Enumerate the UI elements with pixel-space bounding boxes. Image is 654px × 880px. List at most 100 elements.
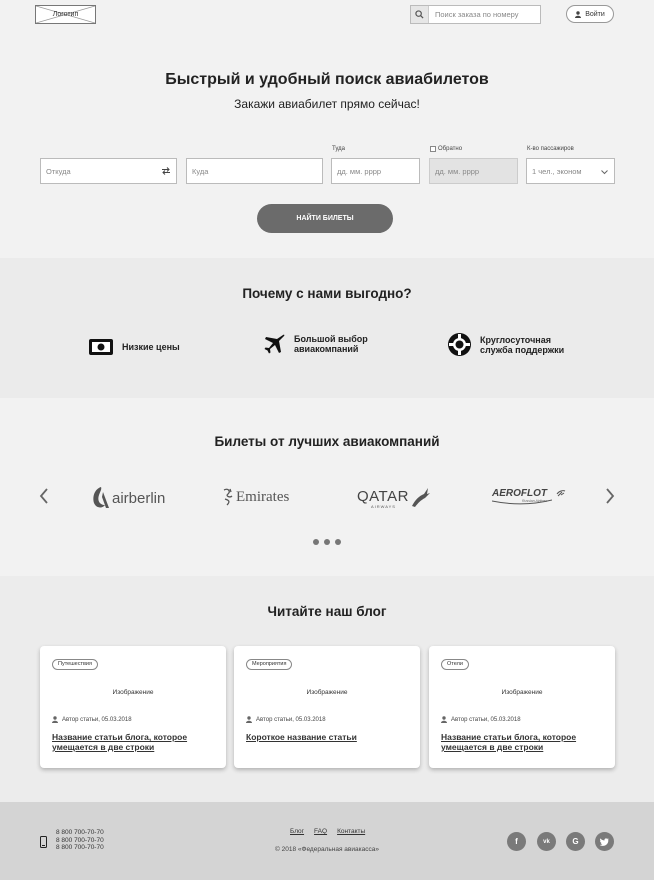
copyright: © 2018 «Федеральная авиакасса» (275, 846, 379, 853)
passengers-select[interactable]: 1 чел., эконом (526, 158, 615, 184)
blog-image-placeholder: Изображение (112, 689, 154, 696)
return-placeholder: дд. мм. рррр (435, 166, 480, 176)
footer: 8 800 700-70-70 8 800 700-70-70 8 800 70… (0, 802, 654, 880)
airplane-icon (264, 334, 285, 354)
find-tickets-button[interactable]: НАЙТИ БИЛЕТЫ (257, 204, 393, 233)
blog-card[interactable]: Мероприятия Изображение Автор статьи, 05… (234, 646, 420, 768)
why-us-section: Почему с нами выгодно? Низкие цены Больш… (0, 258, 654, 398)
logo-label: Логотип (52, 11, 79, 18)
emirates-arabic-icon (223, 488, 233, 506)
footer-link-blog[interactable]: Блог (290, 828, 304, 835)
oryx-icon (412, 488, 430, 507)
aeroflot-emblem-icon (556, 490, 566, 497)
chevron-right-icon (606, 488, 615, 504)
blog-card[interactable]: Путешествия Изображение Автор статьи, 05… (40, 646, 226, 768)
to-placeholder: Куда (192, 166, 209, 176)
blog-image-placeholder: Изображение (306, 689, 348, 696)
depart-placeholder: дд. мм. рррр (337, 166, 382, 176)
blog-meta: Автор статьи, 05.03.2018 (52, 716, 132, 723)
login-label: Войти (585, 10, 605, 18)
carousel-next-arrow[interactable] (605, 488, 615, 509)
blog-meta-text: Автор статьи, 05.03.2018 (62, 716, 132, 723)
carousel-prev-arrow[interactable] (39, 488, 49, 509)
passengers-value: 1 чел., эконом (532, 166, 582, 176)
feature-support: Круглосуточная служба поддержки (447, 332, 564, 357)
feature-text: служба поддержки (480, 344, 565, 355)
footer-link-faq[interactable]: FAQ (314, 828, 327, 835)
airberlin-wordmark: airberlin (112, 489, 166, 507)
footer-link-contacts[interactable]: Контакты (337, 828, 365, 835)
header: Логотип Войти (0, 0, 654, 30)
aeroflot-wordmark: AEROFLOT (492, 488, 547, 499)
footer-links: Блог FAQ Контакты (290, 828, 365, 835)
qatar-wordmark: QATAR (357, 488, 409, 505)
feature-label: Круглосуточная служба поддержки (480, 335, 564, 355)
to-field[interactable]: Куда (186, 158, 323, 184)
airline-logo-airberlin[interactable]: airberlin (91, 486, 165, 510)
feature-airlines: Большой выбор авиакомпаний (262, 332, 368, 356)
qatar-sub: AIRWAYS (371, 504, 396, 509)
login-button[interactable]: Войти (566, 5, 614, 23)
blog-image-placeholder: Изображение (501, 689, 543, 696)
aeroflot-sub: Russian Airlines (522, 499, 547, 503)
user-icon (441, 716, 447, 723)
blog-card-title[interactable]: Короткое название статьи (246, 732, 408, 742)
blog-tag[interactable]: Мероприятия (246, 659, 293, 670)
airberlin-icon (93, 487, 109, 508)
user-icon (52, 716, 58, 723)
feature-text: Большой выбор (294, 334, 368, 344)
blog-card-title[interactable]: Название статьи блога, которое умещается… (52, 732, 214, 752)
blog-meta-text: Автор статьи, 05.03.2018 (451, 716, 521, 723)
from-field[interactable]: Откуда (40, 158, 177, 184)
order-search (410, 5, 541, 24)
feature-text: Низкие цены (122, 342, 180, 352)
blog-card-title[interactable]: Название статьи блога, которое умещается… (441, 732, 603, 752)
depart-label: Туда (332, 146, 345, 152)
carousel-dot[interactable] (335, 539, 341, 545)
order-search-input[interactable] (429, 10, 539, 19)
hero-subtitle: Закажи авиабилет прямо сейчас! (234, 97, 420, 111)
carousel-dot[interactable] (313, 539, 319, 545)
return-checkbox[interactable] (430, 146, 436, 152)
blog-card[interactable]: Отели Изображение Автор статьи, 05.03.20… (429, 646, 615, 768)
emirates-wordmark: Emirates (236, 488, 290, 505)
blog-meta: Автор статьи, 05.03.2018 (246, 716, 326, 723)
hero-section: Быстрый и удобный поиск авиабилетов Зака… (0, 30, 654, 258)
blog-title: Читайте наш блог (267, 604, 387, 619)
return-label: Обратно (430, 146, 462, 152)
blog-meta: Автор статьи, 05.03.2018 (441, 716, 521, 723)
phone-number[interactable]: 8 800 700-70-70 (56, 837, 104, 845)
from-placeholder: Откуда (46, 166, 71, 176)
hero-title: Быстрый и удобный поиск авиабилетов (165, 71, 489, 88)
return-label-text: Обратно (438, 146, 463, 152)
user-icon (246, 716, 252, 723)
twitter-icon[interactable] (595, 832, 614, 851)
carousel-dot[interactable] (324, 539, 330, 545)
feature-text: Круглосуточная (480, 334, 551, 345)
search-icon[interactable] (411, 6, 429, 23)
swap-icon[interactable] (162, 167, 170, 177)
chevron-down-icon (601, 168, 608, 177)
facebook-icon[interactable]: f (507, 832, 526, 851)
blog-tag[interactable]: Путешествия (52, 659, 98, 670)
google-icon[interactable]: G (566, 832, 585, 851)
logo[interactable]: Логотип (35, 5, 96, 24)
return-date-field[interactable]: дд. мм. рррр (429, 158, 518, 184)
blog-meta-text: Автор статьи, 05.03.2018 (256, 716, 326, 723)
user-icon (575, 10, 582, 18)
lifebuoy-icon (448, 333, 471, 356)
feature-text: авиакомпаний (294, 344, 359, 354)
airline-logo-emirates[interactable]: Emirates (222, 487, 289, 507)
phone-number[interactable]: 8 800 700-70-70 (56, 829, 104, 837)
depart-date-field[interactable]: дд. мм. рррр (331, 158, 420, 184)
airline-logo-aeroflot[interactable]: AEROFLOT Russian Airlines (492, 488, 568, 510)
airlines-section: Билеты от лучших авиакомпаний airberlin … (0, 398, 654, 576)
vk-icon[interactable]: vk (537, 832, 556, 851)
feature-label: Низкие цены (122, 342, 180, 352)
airlines-title: Билеты от лучших авиакомпаний (214, 434, 440, 449)
blog-tag[interactable]: Отели (441, 659, 469, 670)
airline-logo-qatar[interactable]: QATAR AIRWAYS (357, 486, 432, 512)
why-us-title: Почему с нами выгодно? (242, 286, 412, 301)
money-icon (89, 339, 113, 355)
feature-label: Большой выбор авиакомпаний (294, 334, 368, 354)
